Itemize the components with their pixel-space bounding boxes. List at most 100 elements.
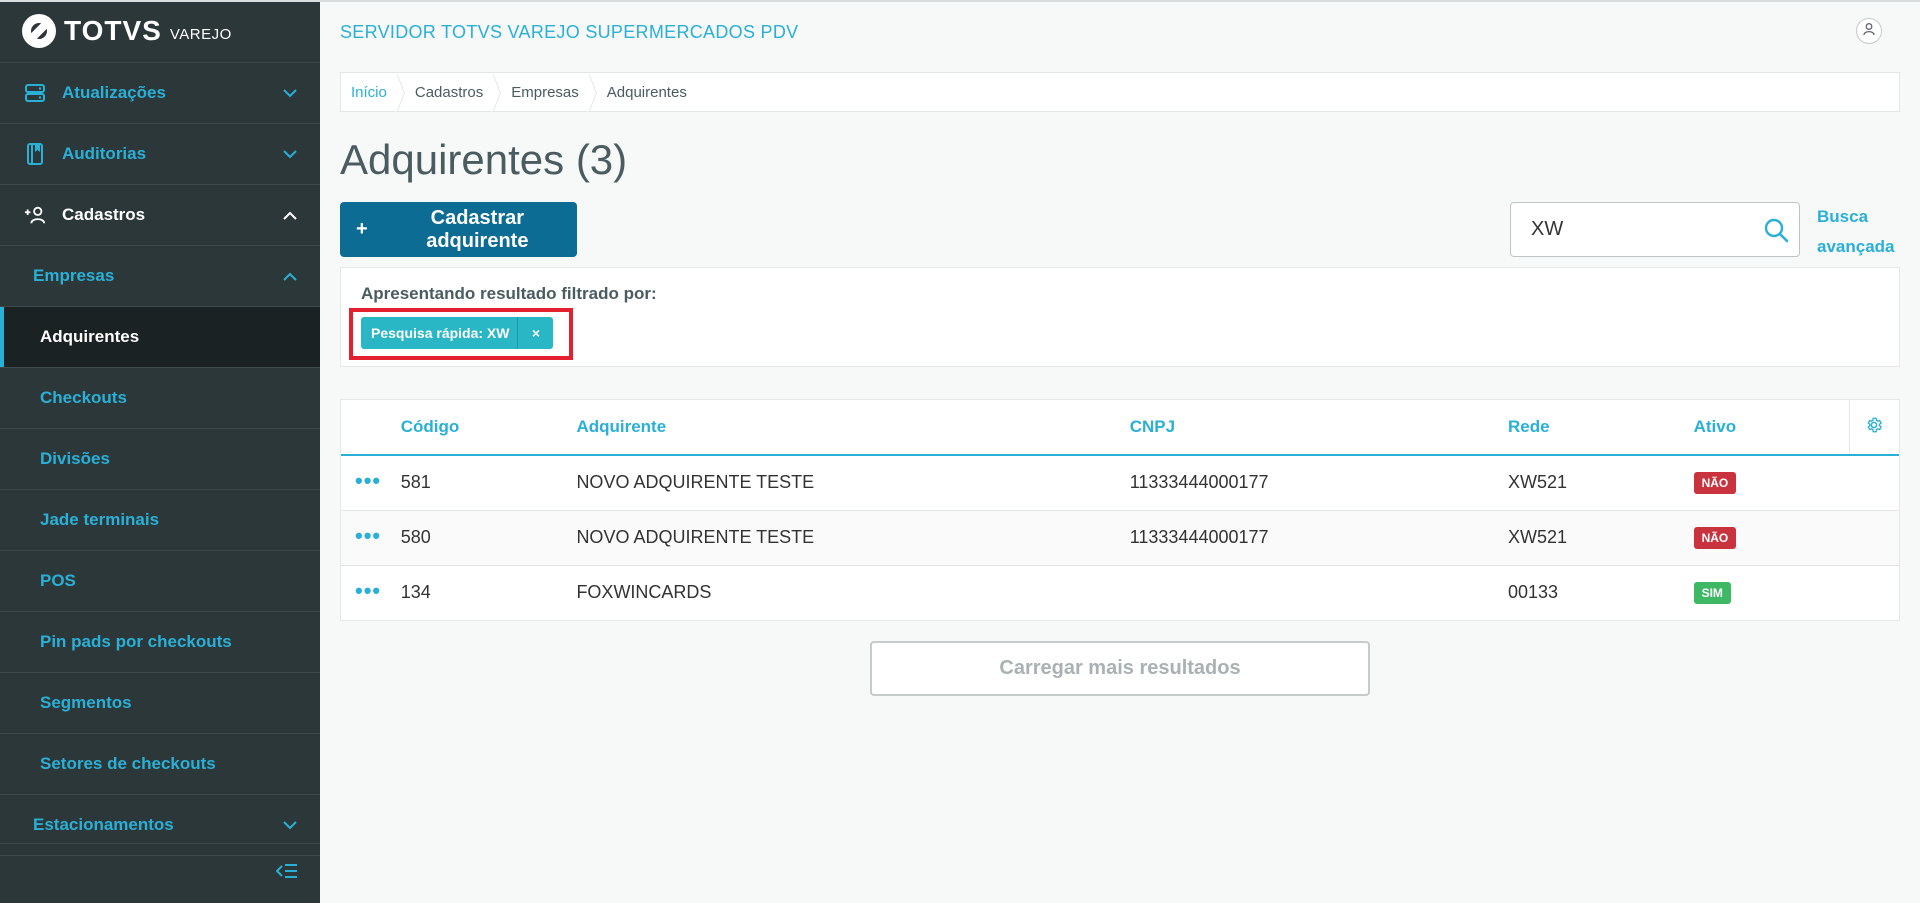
totvs-logo[interactable]: TOTVS VAREJO — [0, 0, 320, 63]
breadcrumb: Início Cadastros Empresas Adquirentes — [340, 72, 1900, 113]
chevron-up-icon — [270, 272, 310, 281]
cell-adquirente: NOVO ADQUIRENTE TESTE — [576, 455, 1130, 511]
table-row: ••• 580 NOVO ADQUIRENTE TESTE 1133344400… — [341, 510, 1899, 566]
row-actions-button[interactable]: ••• — [341, 455, 401, 511]
column-adquirente[interactable]: Adquirente — [576, 400, 1130, 456]
search-icon[interactable] — [1753, 217, 1799, 243]
column-cnpj[interactable]: CNPJ — [1129, 400, 1509, 456]
row-actions-button[interactable]: ••• — [341, 510, 401, 566]
cell-codigo: 581 — [400, 455, 577, 511]
sidebar-item-label: Atualizações — [62, 83, 166, 102]
sidebar: TOTVS VAREJO Atualizações Auditorias Cad… — [0, 0, 320, 903]
cell-cnpj — [1130, 565, 1508, 620]
user-profile-button[interactable] — [1856, 18, 1882, 44]
sidebar-item-cadastros[interactable]: Cadastros — [0, 185, 320, 246]
column-ativo[interactable]: Ativo — [1693, 400, 1850, 456]
status-badge: NÃO — [1693, 527, 1737, 549]
filter-panel: Apresentando resultado filtrado por: Pes… — [340, 267, 1900, 367]
cell-empty — [1849, 565, 1899, 620]
cell-rede: XW521 — [1508, 455, 1694, 511]
status-badge: NÃO — [1693, 472, 1737, 495]
breadcrumb-adquirentes: Adquirentes — [606, 83, 687, 101]
brand-name: TOTVS — [64, 15, 162, 46]
table-header-row: Código Adquirente CNPJ Rede Ativo — [341, 400, 1899, 456]
cell-cnpj: 11333444000177 — [1129, 510, 1509, 566]
filter-label: Apresentando resultado filtrado por: — [361, 284, 657, 303]
column-actions — [341, 400, 401, 456]
cell-cnpj: 11333444000177 — [1129, 455, 1509, 511]
page-title: Adquirentes (3) — [340, 136, 628, 183]
sidebar-item-label: Jade terminais — [40, 510, 160, 529]
advanced-search-line2: avançada — [1817, 237, 1895, 256]
table-row: ••• 134 FOXWINCARDS 00133 SIM — [341, 565, 1899, 620]
cell-rede: XW521 — [1508, 510, 1694, 566]
advanced-search-link[interactable]: Busca avançada — [1817, 202, 1907, 262]
add-user-icon — [24, 204, 46, 226]
breadcrumb-cadastros: Cadastros — [405, 73, 502, 113]
collapse-menu-icon[interactable] — [275, 862, 298, 885]
sidebar-item-divisoes[interactable]: Divisões — [0, 429, 320, 490]
breadcrumb-empresas: Empresas — [501, 73, 597, 113]
sidebar-item-atualizacoes[interactable]: Atualizações — [0, 63, 320, 124]
column-rede[interactable]: Rede — [1508, 400, 1694, 456]
app-title: SERVIDOR TOTVS VAREJO SUPERMERCADOS PDV — [340, 22, 799, 42]
plus-icon: + — [356, 218, 368, 240]
add-acquirer-label: Cadastrar adquirente — [426, 206, 529, 252]
chevron-down-icon — [270, 149, 310, 159]
gear-icon — [1865, 417, 1883, 438]
sidebar-item-label: Checkouts — [40, 388, 127, 407]
cell-ativo: SIM — [1693, 565, 1850, 620]
sidebar-item-empresas[interactable]: Empresas — [0, 246, 320, 307]
server-icon — [24, 82, 46, 104]
chevron-up-icon — [270, 211, 310, 220]
sidebar-item-label: Adquirentes — [40, 327, 140, 346]
cell-rede: 00133 — [1508, 582, 1559, 603]
totvs-logo-icon — [22, 14, 56, 48]
cell-adquirente: FOXWINCARDS — [576, 582, 712, 603]
sidebar-item-label: Estacionamentos — [33, 815, 174, 834]
sidebar-item-label: Setores de checkouts — [40, 754, 216, 773]
highlight-box — [349, 308, 573, 360]
sidebar-item-pos[interactable]: POS — [0, 551, 320, 612]
breadcrumb-inicio[interactable]: Início — [341, 73, 405, 113]
sidebar-item-label: POS — [40, 571, 76, 590]
sidebar-item-auditorias[interactable]: Auditorias — [0, 124, 320, 185]
advanced-search-line1: Busca — [1817, 207, 1869, 226]
sidebar-item-adquirentes[interactable]: Adquirentes — [0, 307, 320, 368]
book-icon — [24, 143, 46, 165]
sidebar-item-setores-checkouts[interactable]: Setores de checkouts — [0, 734, 320, 795]
cell-ativo: NÃO — [1693, 455, 1850, 511]
sidebar-footer — [0, 843, 320, 903]
window-top-border — [0, 0, 1920, 2]
load-more-button[interactable]: Carregar mais resultados — [870, 641, 1370, 696]
status-badge: SIM — [1693, 582, 1731, 605]
column-codigo[interactable]: Código — [400, 400, 577, 456]
table-row: ••• 581 NOVO ADQUIRENTE TESTE 1133344400… — [341, 455, 1899, 511]
search-input[interactable] — [1531, 218, 1753, 241]
search-box — [1510, 202, 1800, 257]
sidebar-item-label: Divisões — [40, 449, 110, 468]
cell-empty — [1849, 455, 1899, 511]
row-actions-button[interactable]: ••• — [341, 565, 401, 620]
user-icon — [1862, 22, 1876, 41]
main-content: SERVIDOR TOTVS VAREJO SUPERMERCADOS PDV … — [320, 0, 1920, 903]
cell-adquirente: NOVO ADQUIRENTE TESTE — [576, 510, 1130, 566]
sidebar-item-label: Auditorias — [62, 144, 147, 163]
acquirers-table: Código Adquirente CNPJ Rede Ativo ••• 58… — [340, 399, 1900, 621]
chevron-down-icon — [270, 820, 310, 830]
sidebar-item-pin-pads[interactable]: Pin pads por checkouts — [0, 612, 320, 673]
more-actions-icon: ••• — [355, 468, 382, 494]
sidebar-item-label: Cadastros — [62, 205, 146, 224]
sidebar-item-checkouts[interactable]: Checkouts — [0, 368, 320, 429]
sidebar-item-jade-terminais[interactable]: Jade terminais — [0, 490, 320, 551]
sidebar-item-segmentos[interactable]: Segmentos — [0, 673, 320, 734]
sidebar-menu: Atualizações Auditorias Cadastros Empres… — [0, 63, 320, 856]
table-settings-button[interactable] — [1848, 400, 1899, 456]
brand-sub: VAREJO — [169, 25, 232, 43]
cell-codigo: 134 — [400, 582, 431, 603]
cell-empty — [1849, 510, 1899, 566]
add-acquirer-button[interactable]: + Cadastrar adquirente — [340, 202, 577, 257]
cell-codigo: 580 — [400, 510, 577, 566]
cell-ativo: NÃO — [1693, 510, 1850, 566]
sidebar-item-label: Segmentos — [40, 693, 132, 712]
